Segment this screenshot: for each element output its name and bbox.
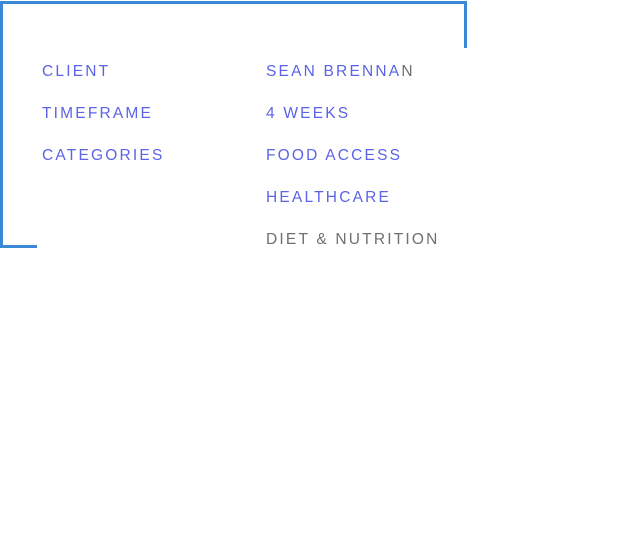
client-value-tail: N [401, 63, 415, 80]
client-value: SEAN BRENNAN [266, 63, 415, 81]
frame-top-border [0, 1, 467, 4]
timeframe-label: TIMEFRAME [42, 105, 154, 122]
category-healthcare: HEALTHCARE [266, 189, 392, 206]
frame-left-border [0, 1, 3, 248]
client-value-main: SEAN BRENNA [266, 63, 402, 80]
categories-label: CATEGORIES [42, 147, 165, 164]
frame-bottom-border [0, 245, 37, 248]
category-food-access: FOOD ACCESS [266, 147, 403, 164]
frame-right-border [464, 1, 467, 48]
timeframe-value: 4 WEEKS [266, 105, 351, 122]
client-label: CLIENT [42, 63, 111, 80]
project-details-card: CLIENT SEAN BRENNAN TIMEFRAME 4 WEEKS CA… [0, 0, 628, 538]
category-diet-nutrition: DIET & NUTRITION [266, 231, 440, 248]
